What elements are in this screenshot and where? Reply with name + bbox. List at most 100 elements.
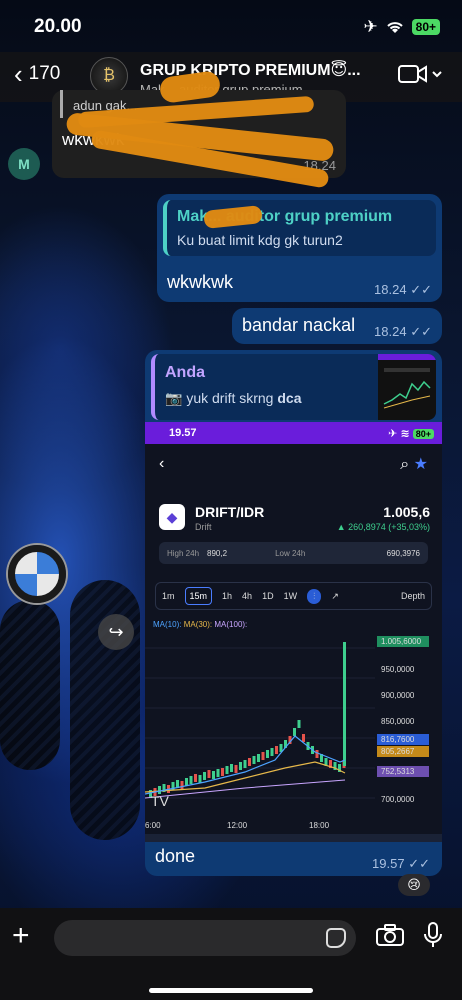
screenshot-time: 19.57 bbox=[169, 427, 197, 439]
candle bbox=[257, 754, 260, 762]
message-input[interactable] bbox=[54, 920, 356, 956]
microphone-button[interactable] bbox=[424, 922, 442, 948]
timeframe-item-active: 15m bbox=[184, 587, 213, 605]
timeframe-item: 1m bbox=[162, 591, 175, 601]
search-icon: ⌕ bbox=[400, 456, 410, 473]
message-text: done bbox=[155, 846, 196, 866]
outgoing-message[interactable]: bandar nackal 18.24 ✓✓ bbox=[232, 308, 442, 344]
timeframe-item: 1h bbox=[222, 591, 233, 601]
home-indicator bbox=[149, 988, 313, 993]
candle bbox=[302, 734, 305, 742]
message-composer: + bbox=[0, 908, 462, 1000]
price-axis-label: 900,0000 bbox=[381, 691, 415, 700]
candle bbox=[315, 750, 319, 758]
time-axis-label: 6:00 bbox=[145, 821, 161, 830]
screenshot-status-icons: ✈ ≋ 80+ bbox=[388, 427, 434, 440]
forward-icon: ↪ bbox=[108, 621, 124, 642]
candle bbox=[248, 758, 251, 766]
video-camera-icon bbox=[398, 65, 427, 83]
timeframe-item: 1W bbox=[283, 591, 298, 601]
pair-change: ▲ 260,8974 (+35,03%) bbox=[336, 522, 430, 532]
status-icons: ✈ 80+ bbox=[363, 17, 440, 37]
candle bbox=[203, 772, 206, 780]
price-axis-label: 1.005,6000 bbox=[381, 637, 422, 646]
attach-plus-button[interactable]: + bbox=[12, 921, 30, 951]
sticker-icon[interactable] bbox=[326, 928, 346, 948]
low-label: Low 24h bbox=[275, 548, 306, 558]
airplane-icon: ✈ bbox=[363, 17, 378, 36]
candle bbox=[194, 774, 197, 782]
camera-icon: 📷 bbox=[165, 390, 183, 406]
pair-sub: Drift bbox=[195, 522, 212, 532]
video-call-button[interactable] bbox=[398, 64, 442, 84]
depth-label: Depth bbox=[400, 591, 425, 601]
candle bbox=[180, 781, 184, 789]
quoted-message[interactable]: Mak... auditor grup premium Ku buat limi… bbox=[163, 200, 436, 256]
screenshot-battery: 80+ bbox=[412, 428, 434, 439]
wallpaper-logo bbox=[8, 545, 66, 603]
candle bbox=[266, 750, 269, 758]
quoted-message[interactable]: Anda 📷 yuk drift skrng dca bbox=[151, 354, 436, 420]
sender-avatar[interactable]: M bbox=[8, 148, 40, 180]
quoted-image-thumbnail bbox=[378, 354, 436, 420]
draw-tool-icon: ↗ bbox=[331, 590, 339, 601]
high-label: High 24h bbox=[167, 548, 200, 558]
battery-indicator: 80+ bbox=[411, 19, 440, 35]
tradingview-logo: TV bbox=[151, 793, 170, 809]
status-bar: 20.00 ✈ 80+ bbox=[0, 0, 462, 52]
shared-screenshot[interactable]: 19.57 ✈ ≋ 80+ ‹ ⌕ ★ ◆ DRIFT/IDR Drift 1.… bbox=[145, 422, 442, 842]
timeframe-row: 1m 15m 1h 4h 1D 1W ⫶ ↗ Depth bbox=[155, 582, 432, 610]
candle bbox=[252, 756, 256, 764]
price-chart: 1.005,6000 950,0000 900,0000 850,0000 816,76… bbox=[145, 636, 442, 842]
chevron-down-icon bbox=[432, 71, 442, 78]
forward-button[interactable]: ↪ bbox=[98, 614, 134, 650]
unread-count: 170 bbox=[28, 63, 61, 84]
price-axis-label: 805,2667 bbox=[381, 747, 415, 756]
candle bbox=[275, 746, 278, 754]
message-reaction[interactable]: 😢 bbox=[398, 874, 430, 896]
price-axis-label: 700,0000 bbox=[381, 795, 415, 804]
read-receipt-icon: ✓✓ bbox=[410, 324, 432, 339]
candle bbox=[185, 778, 188, 786]
candle bbox=[293, 728, 296, 736]
message-text: wkwkwk bbox=[167, 272, 233, 292]
star-icon: ★ bbox=[413, 456, 428, 473]
price-axis-label: 752,5313 bbox=[381, 767, 415, 776]
high-value: 890,2 bbox=[207, 548, 228, 558]
price-axis-label: 950,0000 bbox=[381, 665, 415, 674]
screenshot-nav: ‹ ⌕ ★ bbox=[145, 444, 442, 484]
price-axis-label: 816,7600 bbox=[381, 735, 415, 744]
coin-icon: ◆ bbox=[159, 504, 185, 530]
candle bbox=[212, 771, 215, 779]
candle bbox=[243, 760, 247, 768]
time-axis-label: 12:00 bbox=[227, 821, 248, 830]
candle-type-icon: ⫶ bbox=[307, 588, 322, 604]
candle bbox=[230, 764, 233, 772]
message-text: bandar nackal bbox=[242, 315, 356, 335]
timeframe-item: 1D bbox=[262, 591, 274, 601]
quoted-text: Ku buat limit kdg gk turun2 bbox=[177, 232, 343, 248]
status-time: 20.00 bbox=[34, 16, 82, 37]
price-axis-label: 850,0000 bbox=[381, 717, 415, 726]
back-button[interactable]: ‹ 170 bbox=[14, 59, 61, 89]
read-receipt-icon: ✓✓ bbox=[408, 856, 430, 871]
candle bbox=[216, 769, 220, 777]
time-axis-label: 18:00 bbox=[309, 821, 330, 830]
high-low-row: High 24h 890,2 Low 24h 690,3976 bbox=[159, 542, 428, 564]
candle bbox=[221, 768, 224, 776]
wifi-icon bbox=[386, 22, 403, 33]
pair-name: DRIFT/IDR bbox=[195, 504, 265, 520]
candle bbox=[234, 765, 238, 773]
candle bbox=[189, 776, 193, 784]
outgoing-image-message[interactable]: Anda 📷 yuk drift skrng dca 19.57 ✈ ≋ 80+… bbox=[145, 350, 442, 876]
chevron-left-icon: ‹ bbox=[159, 455, 165, 472]
outgoing-message[interactable]: Mak... auditor grup premium Ku buat limi… bbox=[157, 194, 442, 302]
camera-button[interactable] bbox=[376, 924, 404, 946]
candle bbox=[239, 762, 242, 770]
candle bbox=[261, 752, 265, 760]
chevron-left-icon: ‹ bbox=[14, 59, 23, 89]
candle bbox=[297, 720, 301, 728]
candle bbox=[225, 766, 229, 774]
pair-price: 1.005,6 bbox=[383, 504, 430, 520]
candle bbox=[198, 775, 202, 783]
